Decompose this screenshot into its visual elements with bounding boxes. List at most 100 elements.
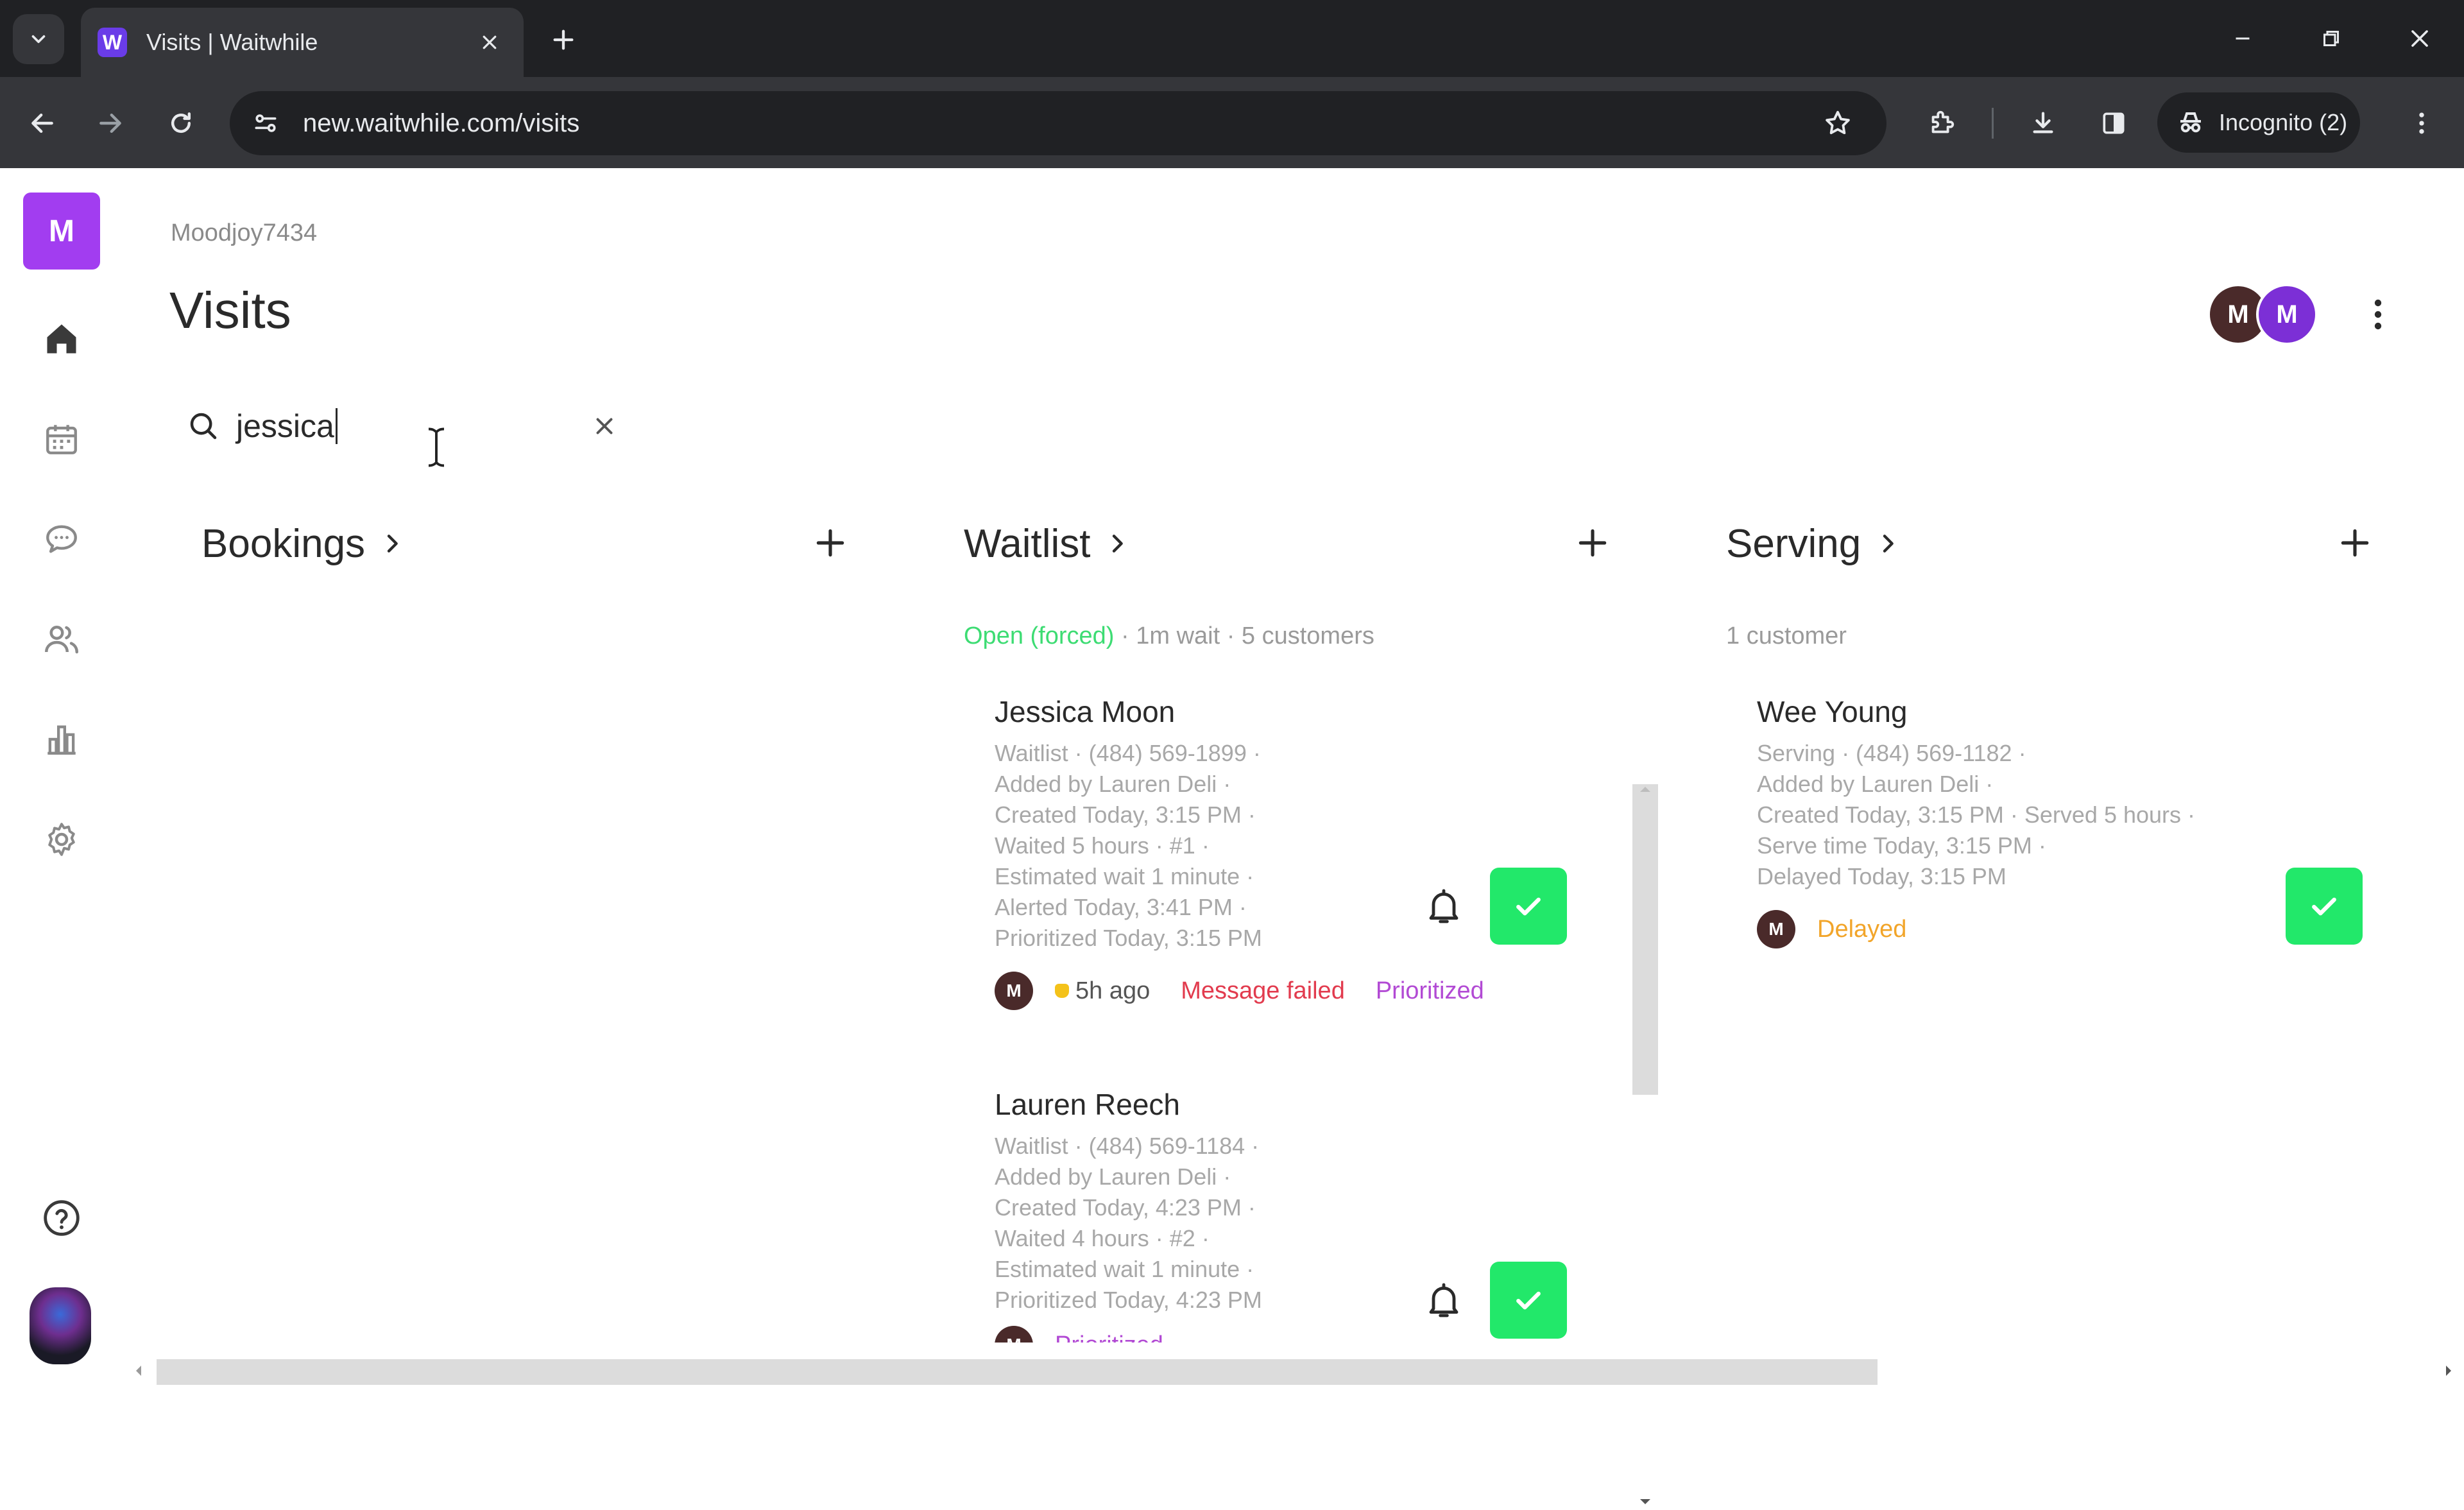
visit-tags: M 5h ago Message failed Prioritized <box>995 972 1591 1010</box>
scroll-down-icon[interactable] <box>1638 1498 1653 1510</box>
scroll-left-icon[interactable] <box>133 1363 144 1382</box>
browser-menu-button[interactable] <box>2397 99 2446 148</box>
sidebar-item-messages[interactable] <box>36 513 87 565</box>
downloads-button[interactable] <box>2019 99 2067 148</box>
serving-summary: 1 customer <box>1726 622 1847 649</box>
toolbar-separator <box>1992 108 1994 139</box>
customers-icon <box>45 626 78 654</box>
assignee-avatar: M <box>1757 910 1795 948</box>
assignee-avatar: M <box>995 972 1033 1010</box>
add-serving-button[interactable] <box>2329 517 2381 569</box>
chevron-right-icon <box>379 531 405 556</box>
bookings-header[interactable]: Bookings <box>201 515 405 572</box>
download-icon <box>2033 112 2053 133</box>
chat-icon <box>46 525 77 553</box>
search-input[interactable]: jessica <box>236 408 334 445</box>
visit-card[interactable]: Wee Young Serving · (484) 569-1182 · Add… <box>1757 694 2354 948</box>
close-window-button[interactable] <box>2384 12 2455 65</box>
restore-button[interactable] <box>2296 12 2366 65</box>
prioritized-badge: Prioritized <box>1375 977 1484 1004</box>
sidebar-item-customers[interactable] <box>36 613 87 665</box>
sidebar-item-calendar[interactable] <box>36 413 87 465</box>
org-avatar[interactable]: M <box>23 193 100 270</box>
close-icon <box>483 35 497 49</box>
puzzle-icon <box>1931 110 1955 133</box>
visit-detail: Added by Lauren Deli · <box>995 1163 1231 1190</box>
calendar-icon <box>46 425 77 454</box>
serve-button[interactable] <box>1490 868 1567 945</box>
complete-button[interactable] <box>2286 868 2363 945</box>
visit-search[interactable]: jessica <box>186 394 622 458</box>
waitwhile-favicon: W <box>98 28 127 57</box>
help-button[interactable] <box>36 1192 87 1244</box>
side-panel-button[interactable] <box>2089 99 2138 148</box>
browser-tabstrip: W Visits | Waitwhile <box>0 0 2464 77</box>
incognito-icon <box>2180 112 2201 133</box>
scroll-right-icon[interactable] <box>2443 1363 2454 1382</box>
help-icon <box>44 1200 80 1236</box>
page-more-button[interactable] <box>2359 290 2397 339</box>
browser-tab-active[interactable]: W Visits | Waitwhile <box>81 8 524 77</box>
chevron-right-icon <box>1104 531 1130 556</box>
notify-button[interactable] <box>1418 880 1469 932</box>
url-text[interactable]: new.waitwhile.com/visits <box>303 109 579 138</box>
close-icon <box>2411 30 2428 47</box>
site-settings-icon[interactable] <box>252 109 280 137</box>
minimize-icon <box>2236 37 2250 40</box>
visit-detail: Created Today, 3:15 PM · Served 5 hours … <box>1757 802 2196 828</box>
address-bar[interactable]: new.waitwhile.com/visits <box>230 91 1887 155</box>
visit-detail: Delayed Today, 3:15 PM <box>1757 863 2006 889</box>
check-icon <box>2312 897 2336 916</box>
visit-tags: M Delayed <box>1757 910 2354 948</box>
tab-close-button[interactable] <box>474 26 506 58</box>
plus-icon <box>816 529 844 557</box>
side-panel-icon <box>2103 112 2125 134</box>
visit-card[interactable]: Jessica Moon Waitlist · (484) 569-1899 ·… <box>995 694 1591 1010</box>
waitlist-scrollbar[interactable] <box>1632 784 1658 1095</box>
clear-search-button[interactable] <box>586 408 622 444</box>
waitlist-status: Open (forced) <box>964 622 1115 649</box>
settings-icon <box>48 823 75 856</box>
staff-avatar[interactable]: M <box>2256 284 2318 345</box>
analytics-icon <box>47 725 76 755</box>
ibeam-cursor-icon <box>425 426 448 472</box>
prioritized-badge: Prioritized <box>1055 1332 1163 1343</box>
staff-avatars[interactable]: M M <box>2207 284 2323 345</box>
sidebar-item-analytics[interactable] <box>36 714 87 765</box>
bookmark-button[interactable] <box>1815 100 1861 146</box>
add-booking-button[interactable] <box>805 517 856 569</box>
serving-header[interactable]: Serving <box>1726 515 1901 572</box>
visit-detail: Created Today, 4:23 PM · <box>995 1194 1256 1221</box>
visit-detail: Waitlist · (484) 569-1184 · <box>995 1133 1260 1159</box>
scroll-up-icon[interactable] <box>1638 784 1653 796</box>
customer-name[interactable]: Wee Young <box>1757 694 2354 729</box>
add-waitlist-button[interactable] <box>1567 517 1618 569</box>
serve-button[interactable] <box>1490 1262 1567 1339</box>
search-icon <box>190 413 217 440</box>
customer-name[interactable]: Jessica Moon <box>995 694 1591 729</box>
bell-icon <box>1055 984 1069 998</box>
visit-detail: Added by Lauren Deli · <box>1757 771 1994 797</box>
waitlist-stats: · 1m wait · 5 customers <box>1114 622 1374 649</box>
user-profile-avatar[interactable] <box>30 1287 91 1364</box>
minimize-button[interactable] <box>2207 12 2278 65</box>
visit-detail: Waited 5 hours · #1 · <box>995 832 1210 859</box>
customer-name[interactable]: Lauren Reech <box>995 1087 1591 1122</box>
sidebar-item-home[interactable] <box>36 313 87 365</box>
waitlist-header[interactable]: Waitlist <box>964 515 1130 572</box>
horizontal-scrollbar-thumb[interactable] <box>157 1359 1878 1385</box>
extensions-button[interactable] <box>1917 99 1966 148</box>
forward-button[interactable] <box>86 99 135 148</box>
plus-icon <box>2341 529 2369 557</box>
new-tab-button[interactable] <box>539 15 588 64</box>
back-button[interactable] <box>18 99 67 148</box>
visit-detail: Created Today, 3:15 PM · <box>995 802 1256 828</box>
sidebar-item-settings[interactable] <box>36 814 87 865</box>
notify-button[interactable] <box>1418 1274 1469 1326</box>
chevron-right-icon <box>1875 531 1901 556</box>
incognito-button[interactable]: Incognito (2) <box>2157 92 2360 153</box>
tab-search-button[interactable] <box>13 14 64 64</box>
text-caret <box>335 408 338 444</box>
reload-button[interactable] <box>157 99 205 148</box>
org-name: Moodjoy7434 <box>171 219 318 246</box>
